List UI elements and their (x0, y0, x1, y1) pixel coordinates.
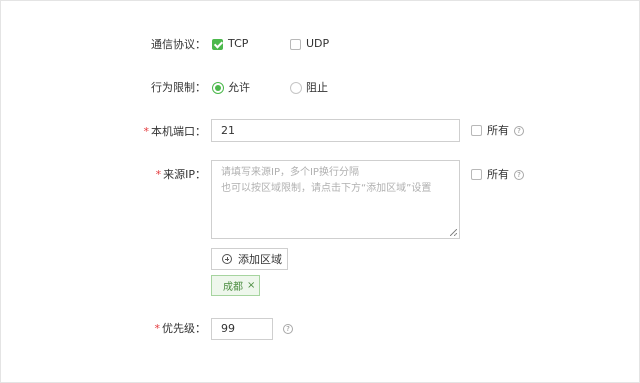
required-mark: * (155, 168, 162, 181)
protocol-label: 通信协议： (151, 38, 206, 51)
resize-handle-icon[interactable] (450, 229, 457, 236)
local-port-label: * 本机端口： (143, 125, 207, 138)
required-mark: * (143, 125, 150, 138)
local-port-all-checkbox[interactable] (471, 125, 482, 136)
add-region-label: 添加区域 (238, 253, 282, 266)
placeholder-line-2: 也可以按区域限制，请点击下方“添加区域”设置 (221, 183, 432, 194)
region-tag: 成都 × (211, 275, 260, 296)
block-label: 阻止 (306, 81, 328, 94)
local-port-input[interactable]: 21 (211, 119, 460, 142)
placeholder-line-1: 请填写来源IP，多个IP换行分隔 (221, 167, 359, 178)
source-ip-all-checkbox[interactable] (471, 169, 482, 180)
allow-label: 允许 (228, 81, 250, 94)
source-ip-all-label: 所有 (487, 168, 509, 181)
source-ip-textarea[interactable]: 请填写来源IP，多个IP换行分隔 也可以按区域限制，请点击下方“添加区域”设置 (211, 160, 460, 239)
udp-checkbox[interactable] (290, 39, 301, 50)
add-circle-icon (222, 254, 232, 264)
firewall-rule-form: 通信协议： TCP UDP 行为限制： 允许 阻止 * 本机端口： 21 所有 ?… (0, 0, 640, 383)
priority-label: * 优先级： (154, 322, 207, 335)
source-ip-help-icon[interactable]: ? (514, 170, 524, 180)
behavior-label: 行为限制： (151, 81, 206, 94)
priority-input[interactable]: 99 (211, 318, 273, 340)
region-tag-label: 成都 (223, 282, 243, 293)
tcp-label: TCP (228, 37, 249, 50)
block-radio[interactable] (290, 82, 302, 94)
priority-help-icon[interactable]: ? (283, 324, 293, 334)
local-port-all-label: 所有 (487, 124, 509, 137)
remove-tag-icon[interactable]: × (247, 280, 255, 291)
tcp-checkbox[interactable] (212, 39, 223, 50)
local-port-help-icon[interactable]: ? (514, 126, 524, 136)
required-mark: * (154, 322, 161, 335)
add-region-button[interactable]: 添加区域 (211, 248, 288, 270)
source-ip-label: * 来源IP： (155, 168, 206, 181)
udp-label: UDP (306, 37, 330, 50)
allow-radio[interactable] (212, 82, 224, 94)
